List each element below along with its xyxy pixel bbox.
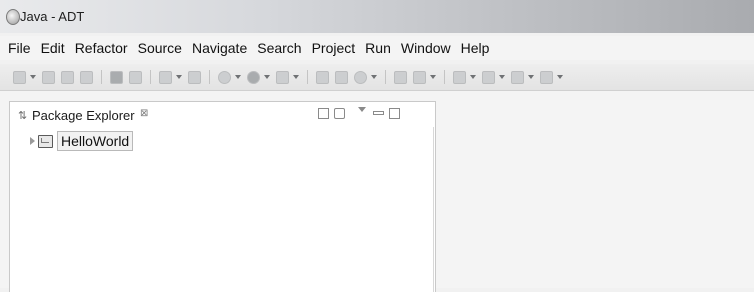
toolbar-separator xyxy=(209,70,210,84)
new-android-project-icon[interactable] xyxy=(188,70,201,84)
menu-navigate[interactable]: Navigate xyxy=(187,36,252,60)
search-dropdown-icon[interactable] xyxy=(430,75,436,79)
link-with-editor-icon[interactable] xyxy=(334,108,345,119)
print-icon[interactable] xyxy=(80,70,93,84)
new-class-dropdown-icon[interactable] xyxy=(371,75,377,79)
annotation-next-icon[interactable] xyxy=(453,70,466,84)
avd-manager-icon[interactable] xyxy=(129,70,142,84)
tree-item-helloworld[interactable]: HelloWorld xyxy=(30,131,134,151)
main-toolbar xyxy=(0,64,754,91)
debug-dropdown-icon[interactable] xyxy=(235,75,241,79)
app-icon xyxy=(6,9,20,25)
save-icon[interactable] xyxy=(42,70,55,84)
toolbar-separator xyxy=(385,70,386,84)
maximize-icon[interactable] xyxy=(389,108,400,119)
menu-refactor[interactable]: Refactor xyxy=(70,36,133,60)
menu-run[interactable]: Run xyxy=(360,36,396,60)
title-bar: Java - ADT xyxy=(0,0,754,33)
menu-help[interactable]: Help xyxy=(456,36,495,60)
toolbar-separator xyxy=(150,70,151,84)
debug-icon[interactable] xyxy=(218,70,231,84)
lint-icon[interactable] xyxy=(159,70,172,84)
toolbar-separator xyxy=(444,70,445,84)
window-title: Java - ADT xyxy=(20,9,85,24)
view-menu-icon[interactable] xyxy=(358,107,366,112)
project-label[interactable]: HelloWorld xyxy=(57,131,134,151)
run-dropdown-icon[interactable] xyxy=(264,75,270,79)
save-all-icon[interactable] xyxy=(61,70,74,84)
new-class-icon[interactable] xyxy=(354,70,367,84)
back-dropdown-icon[interactable] xyxy=(528,75,534,79)
run-icon[interactable] xyxy=(247,70,260,84)
new-dropdown-icon[interactable] xyxy=(30,75,36,79)
menu-file[interactable]: File xyxy=(0,36,36,60)
view-divider xyxy=(433,127,434,292)
toolbar-separator xyxy=(101,70,102,84)
new-icon[interactable] xyxy=(13,70,26,84)
forward-icon[interactable] xyxy=(540,70,553,84)
back-icon[interactable] xyxy=(511,70,524,84)
minimize-icon[interactable] xyxy=(373,111,384,115)
lint-dropdown-icon[interactable] xyxy=(176,75,182,79)
menu-project[interactable]: Project xyxy=(307,36,361,60)
package-explorer-icon: ⇅ xyxy=(18,110,28,122)
workspace: ⇅ Package Explorer ⊠ HelloWorld xyxy=(0,91,754,292)
annotation-dropdown-icon[interactable] xyxy=(470,75,476,79)
external-tools-dropdown-icon[interactable] xyxy=(293,75,299,79)
package-explorer-header: ⇅ Package Explorer ⊠ xyxy=(10,102,435,127)
expand-arrow-icon[interactable] xyxy=(30,137,35,145)
sdk-manager-icon[interactable] xyxy=(110,70,123,84)
annotation-prev-icon[interactable] xyxy=(482,70,495,84)
package-explorer-tab[interactable]: Package Explorer xyxy=(32,108,135,123)
forward-dropdown-icon[interactable] xyxy=(557,75,563,79)
toolbar-separator xyxy=(307,70,308,84)
external-tools-icon[interactable] xyxy=(276,70,289,84)
package-explorer-view: ⇅ Package Explorer ⊠ HelloWorld xyxy=(9,101,436,292)
open-type-icon[interactable] xyxy=(394,70,407,84)
new-java-package-icon[interactable] xyxy=(316,70,329,84)
menu-search[interactable]: Search xyxy=(252,36,306,60)
collapse-all-icon[interactable] xyxy=(318,108,329,119)
search-icon[interactable] xyxy=(413,70,426,84)
new-java-class-icon[interactable] xyxy=(335,70,348,84)
menu-bar: File Edit Refactor Source Navigate Searc… xyxy=(0,36,754,60)
project-folder-icon xyxy=(38,134,53,148)
menu-edit[interactable]: Edit xyxy=(36,36,70,60)
close-icon[interactable]: ⊠ xyxy=(140,108,148,119)
menu-window[interactable]: Window xyxy=(396,36,456,60)
annotation-prev-dropdown-icon[interactable] xyxy=(499,75,505,79)
menu-source[interactable]: Source xyxy=(133,36,187,60)
